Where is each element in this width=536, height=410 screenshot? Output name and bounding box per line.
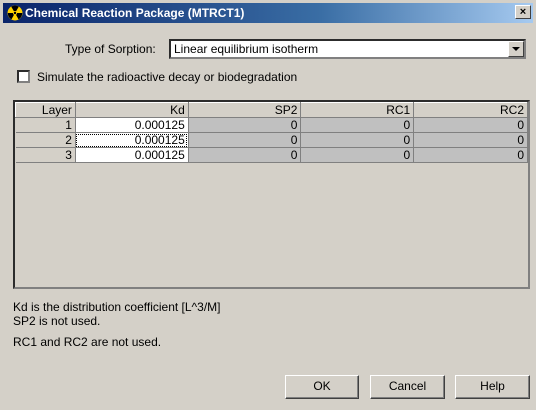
layer-number-cell: 1: [15, 117, 76, 133]
dialog-window: Chemical Reaction Package (MTRCT1) × Typ…: [0, 0, 536, 410]
note-sp2: SP2 is not used.: [13, 314, 101, 328]
sp2-cell[interactable]: 0: [188, 117, 302, 133]
rc2-cell[interactable]: 0: [413, 147, 528, 163]
chevron-down-icon: [512, 47, 520, 51]
sp2-cell[interactable]: 0: [188, 147, 302, 163]
column-header-layer[interactable]: Layer: [15, 102, 76, 118]
table-row: 1 0.000125 0 0 0: [15, 117, 528, 133]
sorption-type-select[interactable]: Linear equilibrium isotherm: [169, 39, 526, 59]
decay-checkbox-label[interactable]: Simulate the radioactive decay or biodeg…: [37, 69, 297, 85]
kd-cell[interactable]: 0.000125: [75, 132, 189, 148]
table-row: 3 0.000125 0 0 0: [15, 147, 528, 163]
window-title: Chemical Reaction Package (MTRCT1): [25, 6, 245, 20]
radiation-icon: [7, 5, 23, 21]
rc1-cell[interactable]: 0: [300, 117, 415, 133]
column-header-sp2[interactable]: SP2: [187, 102, 302, 118]
note-rc: RC1 and RC2 are not used.: [13, 335, 162, 349]
help-button[interactable]: Help: [455, 375, 530, 399]
ok-button[interactable]: OK: [285, 375, 359, 399]
layer-table: Layer Kd SP2 RC1 RC2 1 0.000125 0 0 0 2: [15, 102, 528, 163]
kd-cell[interactable]: 0.000125: [75, 117, 189, 133]
header-row: Layer Kd SP2 RC1 RC2: [15, 102, 528, 118]
column-header-rc2[interactable]: RC2: [413, 102, 528, 118]
layer-number-cell: 3: [15, 147, 76, 163]
cancel-button[interactable]: Cancel: [370, 375, 445, 399]
close-button[interactable]: ×: [515, 5, 531, 19]
column-header-rc1[interactable]: RC1: [300, 102, 415, 118]
title-bar[interactable]: Chemical Reaction Package (MTRCT1) ×: [3, 3, 533, 23]
layer-number-cell: 2: [15, 132, 76, 148]
sorption-type-value: Linear equilibrium isotherm: [174, 42, 319, 56]
layer-grid[interactable]: Layer Kd SP2 RC1 RC2 1 0.000125 0 0 0 2: [13, 100, 530, 289]
dropdown-button[interactable]: [508, 41, 524, 57]
rc1-cell[interactable]: 0: [300, 132, 415, 148]
rc2-cell[interactable]: 0: [413, 117, 528, 133]
rc2-cell[interactable]: 0: [413, 132, 528, 148]
rc1-cell[interactable]: 0: [300, 147, 415, 163]
decay-checkbox[interactable]: [17, 70, 30, 83]
kd-cell[interactable]: 0.000125: [75, 147, 189, 163]
close-icon: ×: [519, 6, 527, 18]
table-row: 2 0.000125 0 0 0: [15, 132, 528, 148]
sorption-type-label: Type of Sorption:: [65, 42, 156, 56]
sp2-cell[interactable]: 0: [188, 132, 302, 148]
column-header-kd[interactable]: Kd: [74, 102, 189, 118]
